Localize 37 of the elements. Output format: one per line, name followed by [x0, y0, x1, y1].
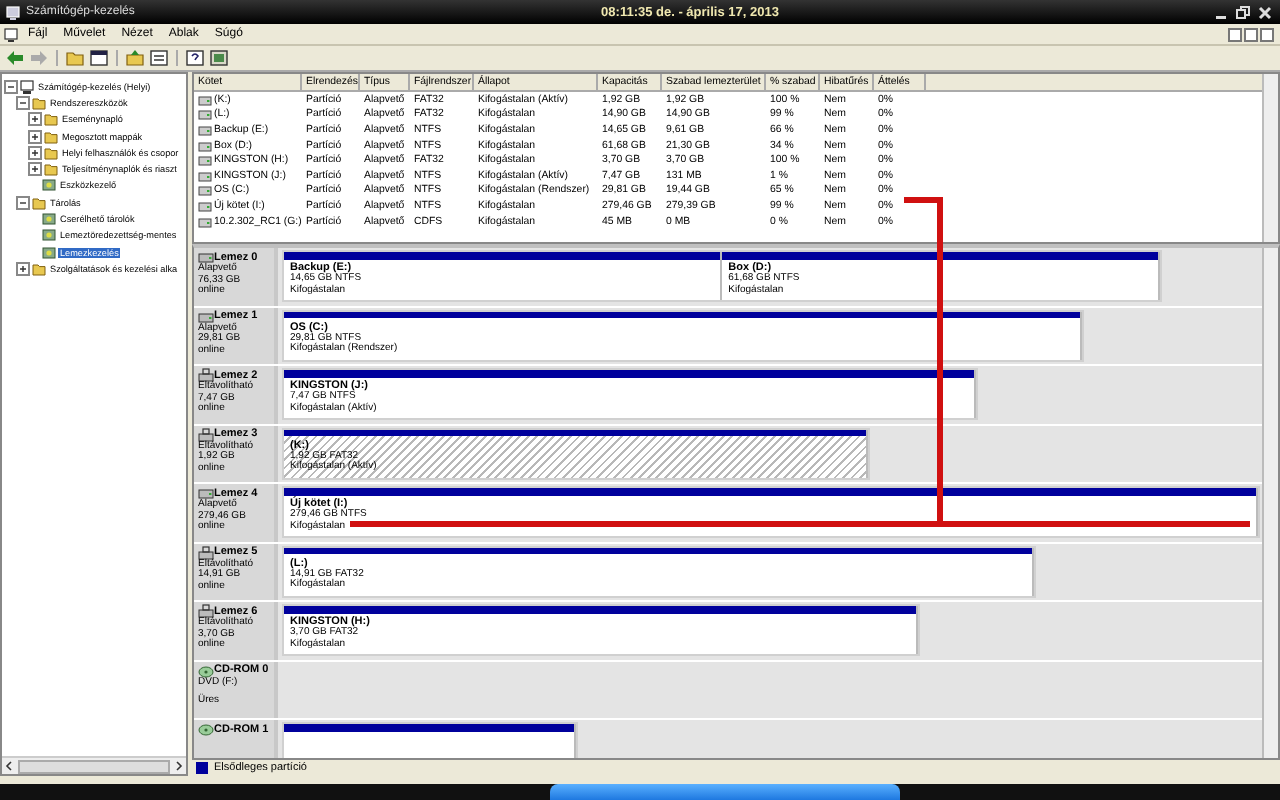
- disk-drive-icon: [198, 486, 214, 500]
- up-folder-icon[interactable]: [126, 50, 144, 66]
- scroll-bar[interactable]: [1262, 248, 1278, 758]
- scroll-bar[interactable]: [1262, 74, 1278, 242]
- scroll-bar[interactable]: [2, 756, 186, 774]
- partition-block[interactable]: [284, 724, 577, 758]
- help-icon[interactable]: [186, 50, 204, 66]
- scroll-left-icon[interactable]: [4, 760, 14, 772]
- computer-icon: [20, 79, 34, 94]
- folder-icon[interactable]: [66, 50, 84, 66]
- expand-icon[interactable]: [28, 112, 42, 127]
- usb-drive-icon: [198, 545, 214, 559]
- expand-icon[interactable]: [28, 129, 42, 144]
- expand-icon[interactable]: [28, 145, 42, 160]
- scroll-right-icon[interactable]: [174, 760, 184, 772]
- properties-icon[interactable]: [210, 50, 228, 66]
- back-arrow-icon[interactable]: [6, 50, 24, 66]
- folder-icon: [32, 195, 46, 210]
- disk-drive-icon: [198, 250, 214, 264]
- app-icon: [4, 27, 18, 41]
- disk-drive-icon: [198, 309, 214, 323]
- window-icon[interactable]: [90, 50, 108, 66]
- expand-icon[interactable]: [16, 261, 30, 276]
- collapse-icon[interactable]: [16, 195, 30, 210]
- window-icon: [6, 5, 20, 19]
- folder-icon: [32, 261, 46, 276]
- disc-icon: [198, 663, 214, 677]
- list-icon[interactable]: [150, 50, 168, 66]
- tool-icon: [42, 178, 56, 193]
- usb-drive-icon: [198, 368, 214, 382]
- usb-drive-icon: [198, 604, 214, 618]
- disc-icon: [198, 722, 214, 736]
- collapse-icon[interactable]: [16, 95, 30, 110]
- expand-icon[interactable]: [28, 162, 42, 177]
- drive-icon: [198, 215, 212, 228]
- collapse-icon[interactable]: [4, 79, 18, 94]
- usb-drive-icon: [198, 427, 214, 441]
